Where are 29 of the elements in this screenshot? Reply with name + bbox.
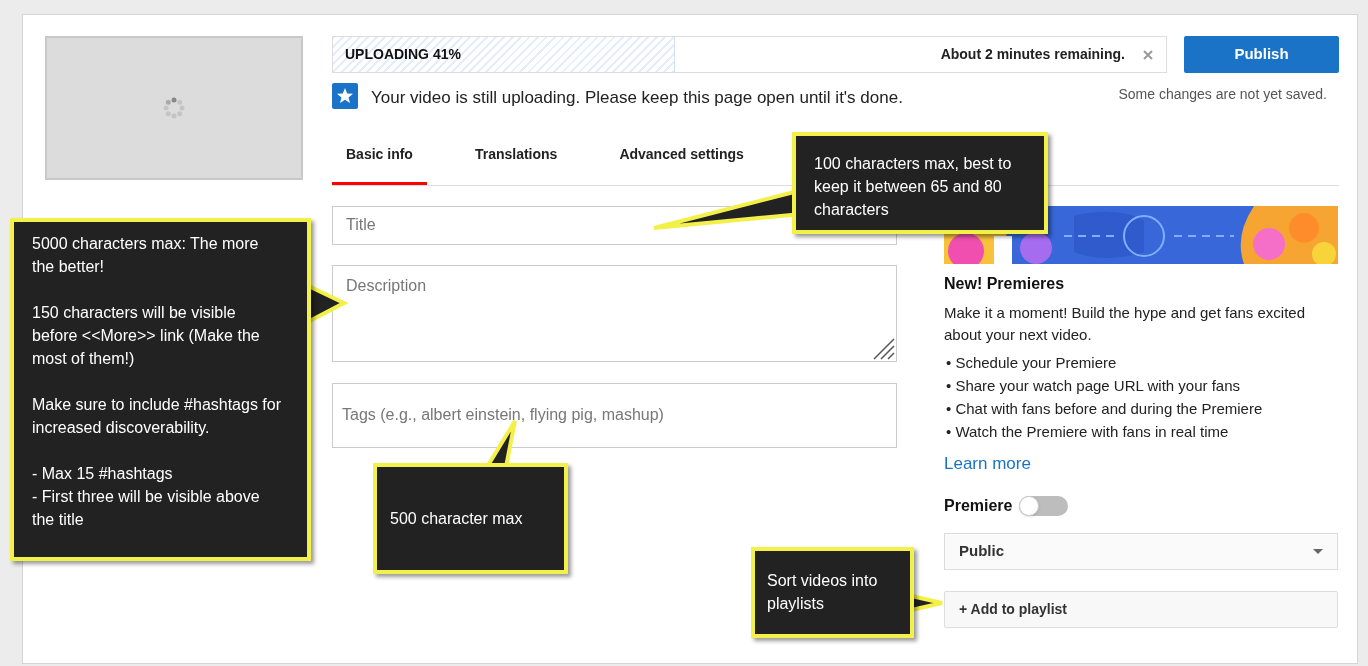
visibility-dropdown[interactable]: Public — [944, 533, 1338, 570]
text-area[interactable]: Description — [332, 264, 897, 362]
premieres-description: Make it a moment! Build the hype and get fans excited about your next video. — [944, 302, 1307, 345]
upload-status: UPLOADING 41% — [345, 45, 461, 64]
premiere-toggle[interactable] — [1018, 496, 1068, 516]
tab[interactable]: Translations — [460, 126, 572, 185]
learn-more-link[interactable]: Learn more — [944, 450, 1031, 476]
callout-text: 500 character max — [390, 509, 523, 529]
premiere-label: Premiere — [944, 496, 1013, 516]
input-field[interactable]: Tags (e.g., albert einstein, flying pig, mashup) — [332, 382, 897, 448]
add-to-playlist-button[interactable]: + Add to playlist — [944, 591, 1338, 628]
dropdown-caret-icon — [1313, 549, 1323, 554]
feature-bullet: • Share your watch page URL with your fans — [945, 375, 1241, 396]
feature-bullet: • Watch the Premiere with fans in real time — [945, 421, 1230, 442]
feature-bullet: • Schedule your Premiere — [945, 352, 1118, 373]
close-icon — [1143, 49, 1153, 60]
premieres-heading: New! Premieres — [944, 273, 1066, 294]
feature-bullet: • Chat with fans before and during the Premiere — [945, 398, 1264, 419]
publish-button[interactable]: Publish — [1184, 36, 1339, 73]
cancel-upload-button[interactable] — [1141, 47, 1155, 62]
save-status: Some changes are not yet saved. — [1118, 85, 1327, 104]
upload-notice: Your video is still uploading. Please keep this page open until it's done. — [371, 87, 903, 109]
dropdown-value: Public — [959, 541, 1004, 562]
tab[interactable]: Basic info — [332, 126, 427, 185]
loading-spinner-icon — [163, 97, 185, 119]
callout-text: Sort videos into playlists — [767, 571, 879, 614]
time-remaining: About 2 minutes remaining. — [940, 45, 1125, 64]
tab[interactable]: Advanced settings — [605, 126, 758, 185]
callout-text: 5000 characters max: The more the better! 150 characters will be visible before <<More>> link (Make the most of them!) Make sure to include #hashtags for increased discoverability. - Max 15 #hashtags - First three will be visible above the title — [32, 234, 282, 530]
